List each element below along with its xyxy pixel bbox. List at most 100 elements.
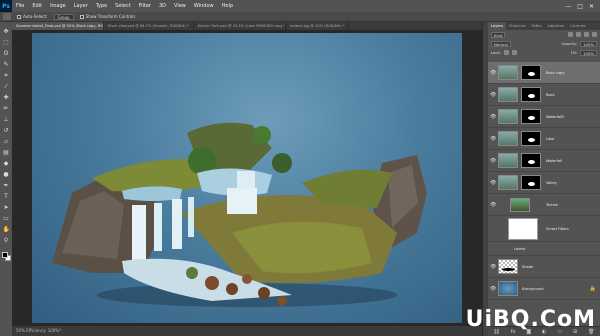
tab-layers[interactable]: Layers: [488, 22, 506, 30]
lock-icon: 🔒: [589, 285, 596, 292]
layer-rock-copy[interactable]: 👁 Rock copy: [488, 62, 600, 84]
quick-select-tool-icon[interactable]: ✎: [3, 61, 10, 68]
visibility-eye-icon[interactable]: 👁: [490, 70, 496, 76]
layer-valley[interactable]: 👁 Valley: [488, 172, 600, 194]
checkbox-icon: [79, 14, 84, 19]
type-tool-icon[interactable]: T: [3, 193, 10, 200]
smart-filters-label: Smart Filters: [546, 226, 569, 231]
layer-shade[interactable]: 👁 Shade: [488, 256, 600, 278]
color-swatches[interactable]: [1, 252, 11, 261]
show-transform-checkbox[interactable]: Show Transform Controls: [79, 14, 135, 19]
smart-filters-row[interactable]: Smart Filters: [488, 216, 600, 242]
layer-mask-thumbnail[interactable]: [521, 153, 541, 168]
layer-mask-thumbnail[interactable]: [521, 131, 541, 146]
levels-filter-row[interactable]: Levels: [488, 242, 600, 256]
auto-select-checkbox[interactable]: Auto-Select:: [17, 14, 48, 19]
lock-row: Lock: Fill: 100%: [488, 48, 600, 57]
visibility-eye-icon[interactable]: 👁: [490, 180, 496, 186]
history-brush-tool-icon[interactable]: ↺: [3, 127, 10, 134]
doc-tab-iceland[interactable]: Iceland.jpg @ 25% (RGB/8#) *: [286, 22, 350, 30]
eraser-tool-icon[interactable]: ▱: [3, 138, 10, 145]
layer-thumbnail: [498, 131, 518, 146]
auto-select-dropdown[interactable]: Group: [53, 13, 74, 20]
canvas-image[interactable]: [32, 33, 462, 323]
lock-pixels-icon[interactable]: [503, 50, 509, 55]
doc-tab-glacier-park[interactable]: Glacier Park.psd @ 33.3% (Lake FINISHED …: [194, 22, 286, 30]
clone-stamp-tool-icon[interactable]: ⊥: [3, 116, 10, 123]
doc-tab-river-view[interactable]: River view.psd @ 66.7% (Smooth, RGB/8#) …: [104, 22, 194, 30]
layer-thumbnail: [498, 175, 518, 190]
layer-waterfall2[interactable]: 👁 Waterfall2: [488, 106, 600, 128]
zoom-tool-icon[interactable]: ⚲: [3, 237, 10, 244]
menu-3d[interactable]: 3D: [155, 3, 170, 9]
menu-help[interactable]: Help: [218, 3, 237, 9]
shape-tool-icon[interactable]: ▭: [3, 215, 10, 222]
blend-mode-dropdown[interactable]: Normal: [491, 40, 511, 47]
visibility-eye-icon[interactable]: 👁: [490, 136, 496, 142]
doc-tab-summer-island[interactable]: Summer Island_Final.psd @ 50% (Rock copy…: [12, 22, 104, 30]
layer-mask-thumbnail[interactable]: [521, 109, 541, 124]
shape-filter-icon[interactable]: [592, 32, 597, 37]
adjustment-filter-icon[interactable]: [576, 32, 581, 37]
menu-filter[interactable]: Filter: [135, 3, 155, 9]
layer-name: Waterfall: [546, 158, 563, 163]
layer-mask-thumbnail[interactable]: [521, 87, 541, 102]
menu-select[interactable]: Select: [111, 3, 134, 9]
menu-layer[interactable]: Layer: [70, 3, 92, 9]
pen-tool-icon[interactable]: ✒: [3, 182, 10, 189]
layer-mask-thumbnail[interactable]: [521, 65, 541, 80]
path-select-tool-icon[interactable]: ➤: [3, 204, 10, 211]
menu-bar: Ps File Edit Image Layer Type Select Fil…: [0, 0, 600, 12]
hand-tool-icon[interactable]: ✋: [3, 226, 10, 233]
tab-libraries[interactable]: Libraries: [567, 22, 589, 30]
minimize-button[interactable]: —: [565, 3, 571, 10]
smart-filter-mask-thumbnail[interactable]: [508, 217, 538, 240]
visibility-eye-icon[interactable]: 👁: [490, 92, 496, 98]
move-tool-preset-icon[interactable]: [3, 13, 11, 20]
layer-name: Lake: [546, 136, 555, 141]
visibility-eye-icon[interactable]: 👁: [490, 114, 496, 120]
crop-tool-icon[interactable]: ⌗: [3, 72, 10, 79]
checkbox-icon: [17, 14, 21, 19]
menu-file[interactable]: File: [12, 3, 28, 9]
foreground-color-swatch[interactable]: [1, 252, 8, 258]
lock-position-icon[interactable]: [511, 50, 517, 55]
layer-rock[interactable]: 👁 Rock: [488, 84, 600, 106]
fill-input[interactable]: 100%: [580, 49, 597, 56]
menu-image[interactable]: Image: [46, 3, 70, 9]
kind-filter-dropdown[interactable]: Kind: [491, 31, 506, 38]
close-button[interactable]: ✕: [589, 3, 594, 10]
opacity-input[interactable]: 100%: [580, 40, 597, 47]
blur-tool-icon[interactable]: ◆: [3, 160, 10, 167]
type-filter-icon[interactable]: [584, 32, 589, 37]
tab-paths[interactable]: Paths: [529, 22, 545, 30]
gradient-tool-icon[interactable]: ▤: [3, 149, 10, 156]
layer-lake[interactable]: 👁 Lake: [488, 128, 600, 150]
visibility-eye-icon[interactable]: 👁: [490, 264, 496, 270]
healing-brush-tool-icon[interactable]: ✚: [3, 94, 10, 101]
tab-channels[interactable]: Channels: [506, 22, 529, 30]
eyedropper-tool-icon[interactable]: ⁄: [3, 83, 10, 90]
pixel-filter-icon[interactable]: [568, 32, 573, 37]
move-tool-icon[interactable]: ✥: [3, 28, 10, 35]
menu-window[interactable]: Window: [190, 3, 218, 9]
layer-thumbnail: [498, 65, 518, 80]
tab-adjustments[interactable]: Adjustme: [544, 22, 567, 30]
layer-mask-thumbnail[interactable]: [521, 175, 541, 190]
visibility-eye-icon[interactable]: 👁: [490, 158, 496, 164]
layer-waterfall[interactable]: 👁 Waterfall: [488, 150, 600, 172]
brush-tool-icon[interactable]: ✏: [3, 105, 10, 112]
layers-panel: Layers Channels Paths Adjustme Libraries…: [488, 22, 600, 336]
lasso-tool-icon[interactable]: ʘ: [3, 50, 10, 57]
dodge-tool-icon[interactable]: ●: [3, 171, 10, 178]
layer-terrain[interactable]: 👁 Terrain: [488, 194, 600, 216]
marquee-tool-icon[interactable]: ⬚: [3, 39, 10, 46]
menu-view[interactable]: View: [170, 3, 190, 9]
maximize-button[interactable]: □: [577, 3, 583, 10]
visibility-eye-icon[interactable]: 👁: [490, 286, 496, 292]
lock-label: Lock:: [491, 50, 501, 55]
menu-edit[interactable]: Edit: [28, 3, 46, 9]
layer-background[interactable]: 👁 Background 🔒: [488, 278, 600, 300]
menu-type[interactable]: Type: [92, 3, 111, 9]
visibility-eye-icon[interactable]: 👁: [490, 202, 496, 208]
